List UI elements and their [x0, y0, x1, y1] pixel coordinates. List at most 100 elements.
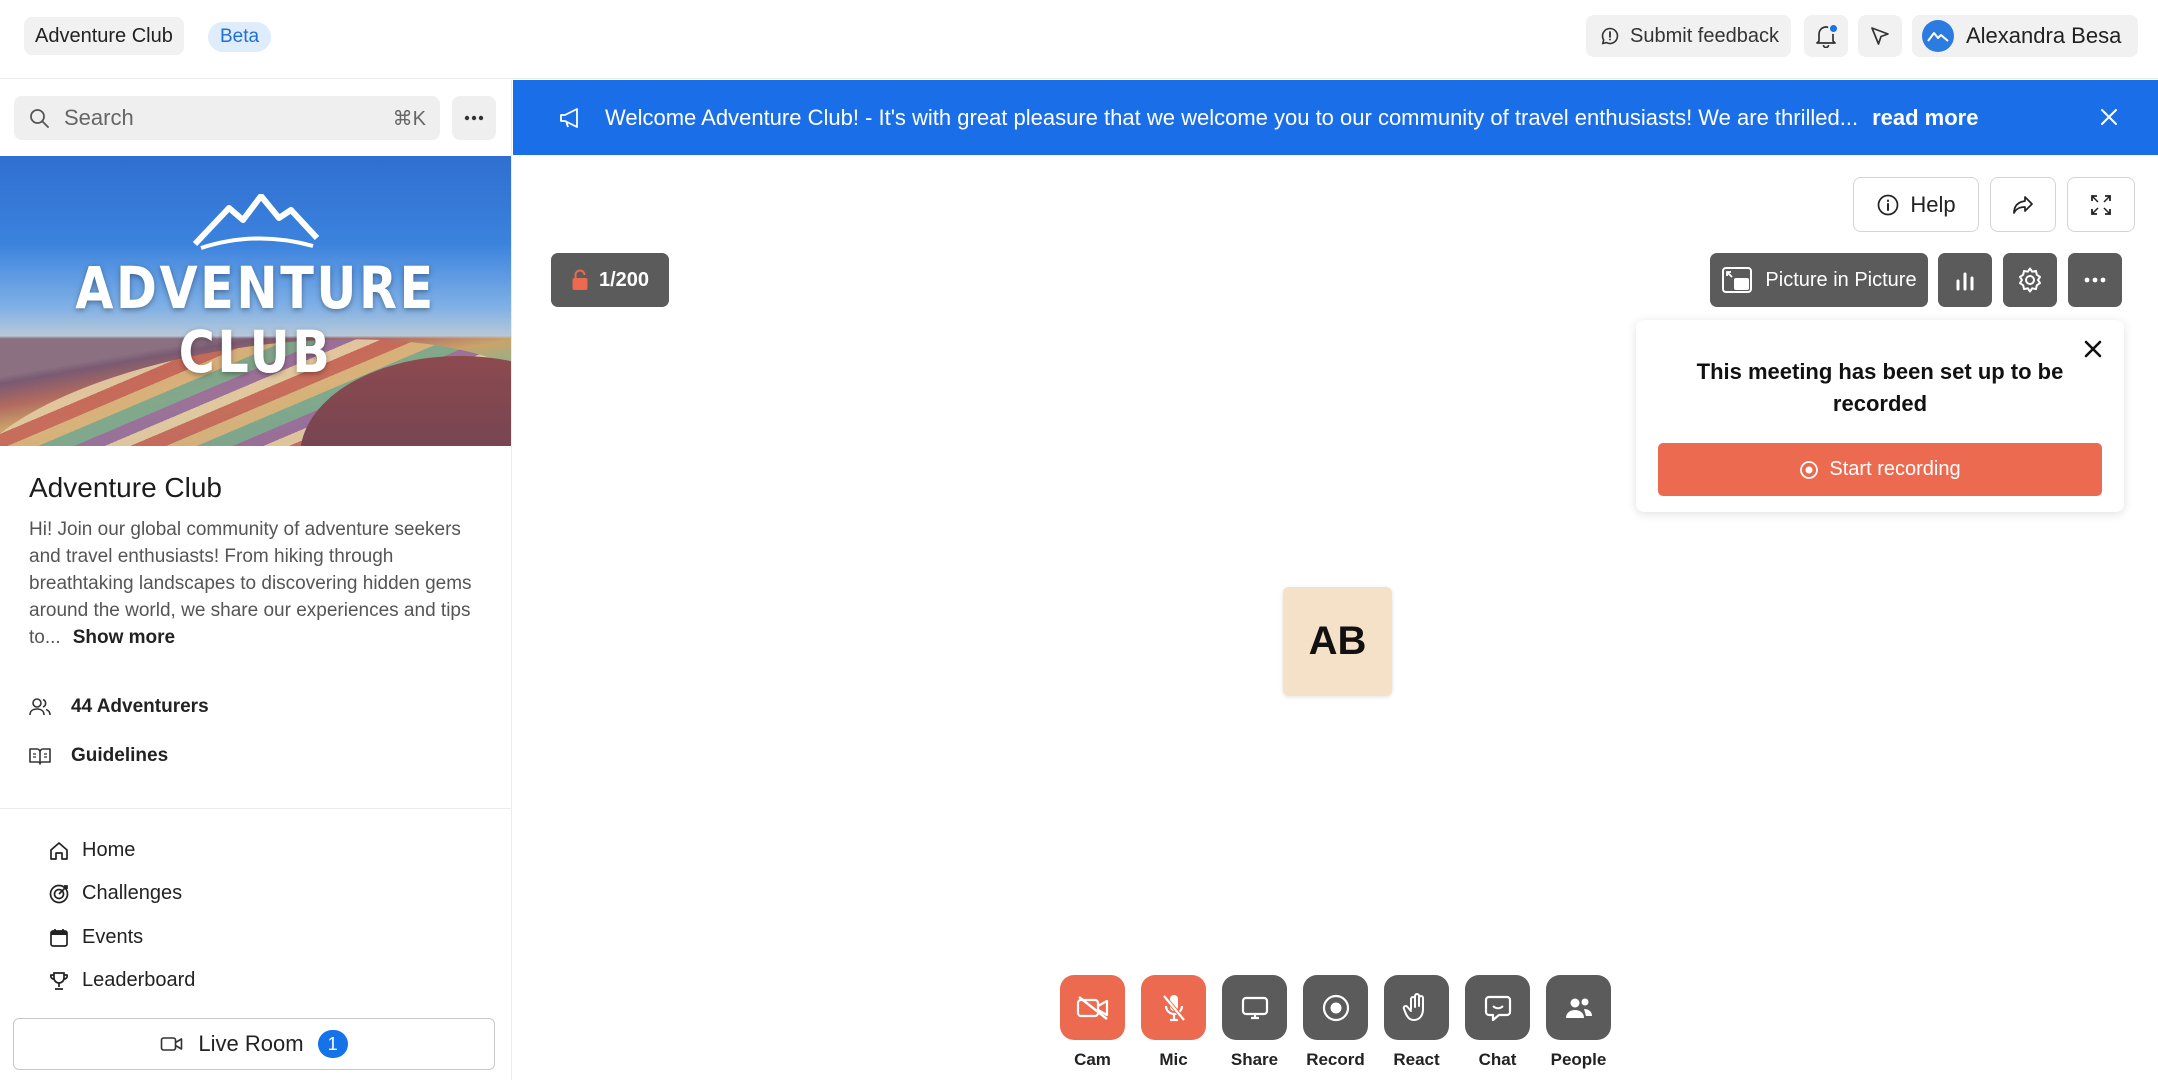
- people-button[interactable]: [1546, 975, 1611, 1040]
- sidebar: ⌘K ADVENTURE CLUB Adventure Club Hi! Joi…: [0, 80, 512, 1080]
- people-icon: [1563, 994, 1595, 1022]
- community-banner: ADVENTURE CLUB: [0, 156, 511, 446]
- read-more-link[interactable]: read more: [1872, 105, 1978, 131]
- info-icon: [1876, 193, 1900, 217]
- notification-dot: [1828, 23, 1839, 34]
- chat-button[interactable]: [1465, 975, 1530, 1040]
- more-horizontal-icon: [2084, 277, 2106, 283]
- picture-in-picture-button[interactable]: Picture in Picture: [1710, 253, 1928, 307]
- record-label: Record: [1306, 1050, 1365, 1069]
- show-more-link[interactable]: Show more: [73, 627, 175, 648]
- top-bar: Adventure Club Beta Submit feedback Alex…: [0, 0, 2158, 79]
- recording-notice-popup: This meeting has been set up to be recor…: [1636, 320, 2124, 512]
- announcement-text: Welcome Adventure Club! - It's with grea…: [605, 104, 1859, 130]
- meeting-controls: Cam Mic Share Record React Chat People: [1060, 975, 1611, 1070]
- mountain-logo-icon: [192, 194, 319, 250]
- chat-label: Chat: [1478, 1050, 1517, 1069]
- cursor-mode-button[interactable]: [1858, 15, 1902, 57]
- fullscreen-button[interactable]: [2067, 177, 2135, 232]
- cursor-arrow-icon: [1869, 25, 1891, 47]
- close-icon: [2084, 340, 2102, 358]
- users-icon: [29, 697, 51, 717]
- sidebar-more-button[interactable]: [452, 96, 496, 140]
- gear-icon: [2016, 266, 2044, 294]
- share-arrow-icon: [2011, 194, 2035, 216]
- record-icon: [1799, 460, 1819, 480]
- search-input[interactable]: [62, 104, 381, 132]
- live-room-count-badge: 1: [317, 1030, 348, 1058]
- chat-bubble-icon: [1483, 993, 1513, 1023]
- announcement-bar: Welcome Adventure Club! - It's with grea…: [513, 80, 2158, 155]
- submit-feedback-button[interactable]: Submit feedback: [1586, 15, 1791, 57]
- sidebar-item-home[interactable]: Home: [48, 839, 135, 862]
- raised-hand-icon: [1402, 992, 1432, 1024]
- participant-avatar-tile[interactable]: AB: [1283, 587, 1392, 696]
- beta-badge: Beta: [208, 22, 272, 52]
- participant-count-badge[interactable]: 1/200: [551, 253, 669, 307]
- feedback-icon: [1600, 26, 1620, 46]
- start-recording-button[interactable]: Start recording: [1658, 443, 2102, 496]
- bar-chart-icon: [1954, 269, 1976, 291]
- stats-button[interactable]: [1938, 253, 1992, 307]
- sidebar-divider: [0, 808, 511, 809]
- trophy-icon: [48, 970, 70, 992]
- sidebar-item-leaderboard[interactable]: Leaderboard: [48, 969, 195, 992]
- live-room-button[interactable]: Live Room 1: [13, 1018, 495, 1070]
- close-announcement-button[interactable]: [2098, 106, 2120, 128]
- target-icon: [48, 883, 70, 905]
- members-link[interactable]: 44 Adventurers: [29, 696, 209, 718]
- search-box[interactable]: ⌘K: [14, 96, 440, 140]
- calendar-icon: [48, 927, 70, 949]
- mic-button[interactable]: [1141, 975, 1206, 1040]
- more-options-button[interactable]: [2068, 253, 2122, 307]
- monitor-icon: [1240, 994, 1270, 1022]
- cam-label: Cam: [1074, 1050, 1111, 1069]
- close-icon: [2101, 109, 2117, 125]
- mic-control[interactable]: Mic: [1141, 975, 1206, 1070]
- share-label: Share: [1230, 1050, 1279, 1069]
- user-menu-button[interactable]: Alexandra Besa: [1912, 15, 2138, 57]
- react-control[interactable]: React: [1384, 975, 1449, 1070]
- chat-control[interactable]: Chat: [1465, 975, 1530, 1070]
- megaphone-icon: [559, 107, 585, 129]
- search-shortcut: ⌘K: [392, 107, 426, 130]
- guidelines-link[interactable]: Guidelines: [29, 745, 168, 767]
- cam-button[interactable]: [1060, 975, 1125, 1040]
- mic-label: Mic: [1159, 1050, 1188, 1069]
- book-icon: [29, 747, 51, 765]
- help-label: Help: [1910, 191, 1956, 217]
- club-description: Hi! Join our global community of adventu…: [29, 516, 489, 651]
- community-name-chip[interactable]: Adventure Club: [24, 17, 184, 55]
- picture-in-picture-label: Picture in Picture: [1765, 268, 1917, 291]
- user-name: Alexandra Besa: [1966, 23, 2122, 48]
- record-button[interactable]: [1303, 975, 1368, 1040]
- help-button[interactable]: Help: [1853, 177, 1979, 232]
- microphone-off-icon: [1160, 992, 1188, 1024]
- settings-button[interactable]: [2003, 253, 2057, 307]
- club-name: Adventure Club: [29, 472, 223, 503]
- share-control[interactable]: Share: [1222, 975, 1287, 1070]
- cam-control[interactable]: Cam: [1060, 975, 1125, 1070]
- people-control[interactable]: People: [1546, 975, 1611, 1070]
- sidebar-item-label: Leaderboard: [82, 969, 196, 991]
- banner-logo: ADVENTURE CLUB: [0, 194, 511, 384]
- banner-title-line1: ADVENTURE: [75, 254, 436, 322]
- notifications-button[interactable]: [1804, 15, 1848, 57]
- more-horizontal-icon: [464, 115, 484, 121]
- share-meeting-button[interactable]: [1990, 177, 2056, 232]
- participant-count: 1/200: [598, 268, 650, 291]
- close-recording-popup-button[interactable]: [2082, 338, 2104, 360]
- video-camera-icon: [160, 1035, 184, 1053]
- start-recording-label: Start recording: [1829, 458, 1961, 480]
- react-button[interactable]: [1384, 975, 1449, 1040]
- live-room-label: Live Room: [198, 1031, 304, 1056]
- react-label: React: [1393, 1050, 1440, 1069]
- sidebar-item-challenges[interactable]: Challenges: [48, 882, 182, 905]
- record-control[interactable]: Record: [1303, 975, 1368, 1070]
- sidebar-item-label: Challenges: [82, 882, 183, 904]
- avatar: [1922, 20, 1954, 52]
- members-count: 44 Adventurers: [71, 696, 209, 717]
- share-screen-button[interactable]: [1222, 975, 1287, 1040]
- sidebar-item-events[interactable]: Events: [48, 926, 143, 949]
- recording-notice-title: This meeting has been set up to be recor…: [1696, 359, 2064, 416]
